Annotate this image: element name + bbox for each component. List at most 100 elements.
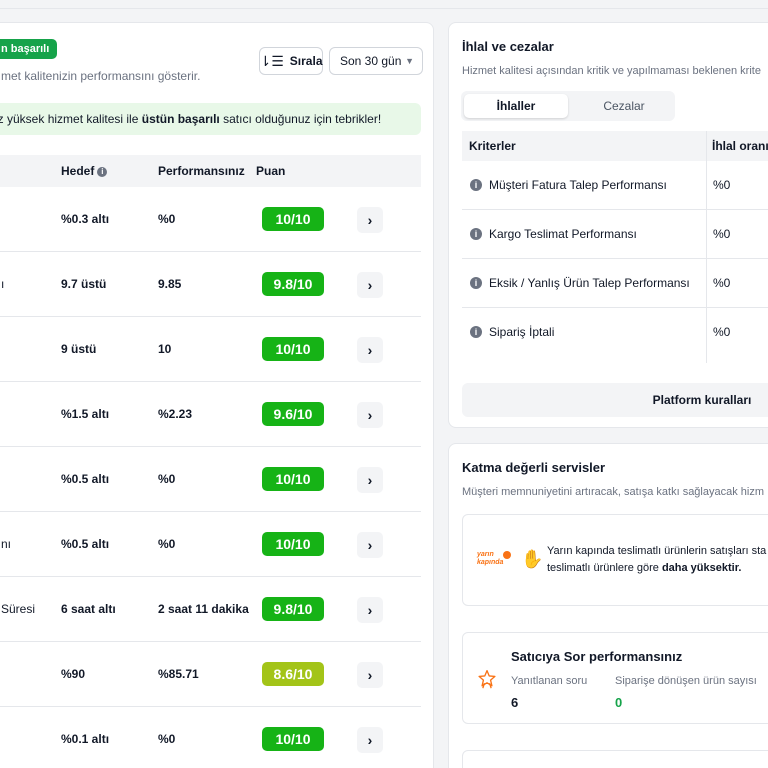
chevron-down-icon: ▼ (405, 56, 414, 66)
violation-label: Kargo Teslimat Performansı (489, 227, 637, 241)
chevron-right-icon[interactable]: › (357, 662, 383, 688)
service-quality-card: n başarılı met kalitenizin performansını… (0, 22, 434, 768)
logo-line-1: yarın (477, 551, 494, 558)
performance-value: %2.23 (158, 407, 193, 421)
services-title: Katma değerli servisler (462, 460, 606, 475)
criterion-name: ı (1, 277, 5, 291)
target-value: %0.5 altı (61, 472, 110, 486)
table-row: %0.1 altı %0 10/10 › (0, 707, 421, 768)
violation-label: Eksik / Yanlış Ürün Talep Performansı (489, 276, 690, 290)
banner-text-pre: uz yüksek hizmet kalitesi ile (0, 112, 142, 126)
info-line-2: teslimatlı ürünlere göre daha yüksektir. (547, 560, 766, 577)
score-badge: 10/10 (262, 467, 324, 491)
criterion-name: nı (1, 537, 12, 551)
violation-label: Müşteri Fatura Talep Performansı (489, 178, 667, 192)
violation-value: %0 (713, 227, 731, 241)
header-score: Puan (256, 164, 286, 178)
target-value: 9.7 üstü (61, 277, 107, 291)
yarin-kapinda-text: Yarın kapında teslimatlı ürünlerin satış… (547, 543, 766, 577)
score-badge: 10/10 (262, 727, 324, 751)
performance-value: %0 (158, 537, 176, 551)
yarin-kapinda-logo: yarın kapında (477, 551, 511, 571)
table-row: %0.5 altı %0 10/10 › (0, 447, 421, 512)
target-value: %0.1 altı (61, 732, 110, 746)
performance-value: %0 (158, 732, 176, 746)
logo-line-2: kapında (477, 559, 504, 566)
violation-row: i Eksik / Yanlış Ürün Talep Performansı … (462, 259, 768, 308)
performance-value: 9.85 (158, 277, 182, 291)
chevron-right-icon[interactable]: › (357, 402, 383, 428)
chevron-right-icon[interactable]: › (357, 467, 383, 493)
period-select-value: Son 30 gün (340, 54, 402, 68)
delivery-hand-icon: ✋ (521, 549, 544, 569)
tab-penalties[interactable]: Cezalar (572, 94, 676, 118)
violations-subtitle: Hizmet kalitesi açısından kritik ve yapı… (462, 65, 761, 77)
violation-label: Sipariş İptali (489, 325, 555, 339)
answered-questions-value: 6 (511, 695, 519, 710)
violation-value: %0 (713, 276, 731, 290)
info-icon[interactable]: i (470, 277, 482, 289)
tab-violations[interactable]: İhlaller (464, 94, 568, 118)
sort-button-label: Sırala (289, 54, 323, 68)
violations-title: İhlal ve cezalar (462, 39, 554, 54)
chevron-right-icon[interactable]: › (357, 272, 383, 298)
score-badge: 9.8/10 (262, 597, 324, 621)
score-badge: 10/10 (262, 207, 324, 231)
ask-seller-performance-box: Satıcıya Sor performansınız Yanıtlanan s… (462, 632, 768, 724)
table-header: Hedef i Performansınız Puan (0, 155, 421, 187)
banner-text-post: satıcı olduğunuz için tebrikler! (219, 112, 382, 126)
criteria-header: Kriterler İhlal oranın (462, 131, 768, 363)
header-target-label: Hedef (61, 164, 95, 178)
ask-seller-title: Satıcıya Sor performansınız (511, 649, 683, 664)
rate-col-label: İhlal oranın (712, 139, 768, 153)
info-icon[interactable]: i (470, 326, 482, 338)
info-icon[interactable]: i (470, 228, 482, 240)
platform-rules-button[interactable]: Platform kuralları (462, 383, 768, 417)
sort-icon: ⇂☰ (259, 52, 284, 69)
chevron-right-icon[interactable]: › (357, 532, 383, 558)
header-performance: Performansınız (158, 164, 245, 178)
table-row: %90 %85.71 8.6/10 › (0, 642, 421, 707)
violation-row: i Kargo Teslimat Performansı %0 (462, 210, 768, 259)
chevron-right-icon[interactable]: › (357, 727, 383, 753)
score-badge: 10/10 (262, 532, 324, 556)
violations-tabs: İhlaller Cezalar (461, 91, 675, 121)
criterion-name: Süresi (1, 602, 36, 616)
sort-button[interactable]: ⇂☰ Sırala (259, 47, 323, 75)
chevron-right-icon[interactable]: › (357, 337, 383, 363)
criteria-col-label: Kriterler (469, 139, 516, 153)
score-badge: 9.6/10 (262, 402, 324, 426)
table-row: nı %0.5 altı %0 10/10 › (0, 512, 421, 577)
performance-value: 10 (158, 342, 172, 356)
info-line-2-pre: teslimatlı ürünlere göre (547, 562, 662, 574)
info-line-1: Yarın kapında teslimatlı ürünlerin satış… (547, 545, 767, 557)
banner-text-bold: üstün başarılı (141, 112, 220, 126)
target-value: %0.3 altı (61, 212, 110, 226)
violation-value: %0 (713, 178, 731, 192)
value-added-services-card: Katma değerli servisler Müşteri memnuniy… (448, 443, 768, 768)
chevron-right-icon[interactable]: › (357, 207, 383, 233)
service-box (462, 750, 768, 768)
success-badge: n başarılı (0, 39, 58, 59)
performance-value: %0 (158, 212, 176, 226)
converted-products-value: 0 (615, 695, 623, 710)
violations-card: İhlal ve cezalar Hizmet kalitesi açısınd… (448, 22, 768, 428)
period-select[interactable]: Son 30 gün ▼ (329, 47, 423, 75)
star-badge-icon (478, 670, 496, 689)
table-row: %0.3 altı %0 10/10 › (0, 187, 421, 252)
info-icon[interactable]: i (470, 179, 482, 191)
target-value: 9 üstü (61, 342, 97, 356)
performance-value: %0 (158, 472, 176, 486)
score-badge: 9.8/10 (262, 272, 324, 296)
target-value: %1.5 altı (61, 407, 110, 421)
chevron-right-icon[interactable]: › (357, 597, 383, 623)
target-value: 6 saat altı (61, 602, 116, 616)
target-value: %0.5 altı (61, 537, 110, 551)
score-badge: 10/10 (262, 337, 324, 361)
answered-questions-label: Yanıtlanan soru (511, 675, 588, 687)
card-subtitle: met kalitenizin performansını gösterir. (1, 69, 201, 83)
yarin-kapinda-box[interactable]: yarın kapında ✋ Yarın kapında teslimatlı… (462, 514, 768, 606)
info-line-2-bold: daha yüksektir. (661, 562, 742, 574)
table-row: %1.5 altı %2.23 9.6/10 › (0, 382, 421, 447)
info-icon[interactable]: i (97, 166, 108, 177)
